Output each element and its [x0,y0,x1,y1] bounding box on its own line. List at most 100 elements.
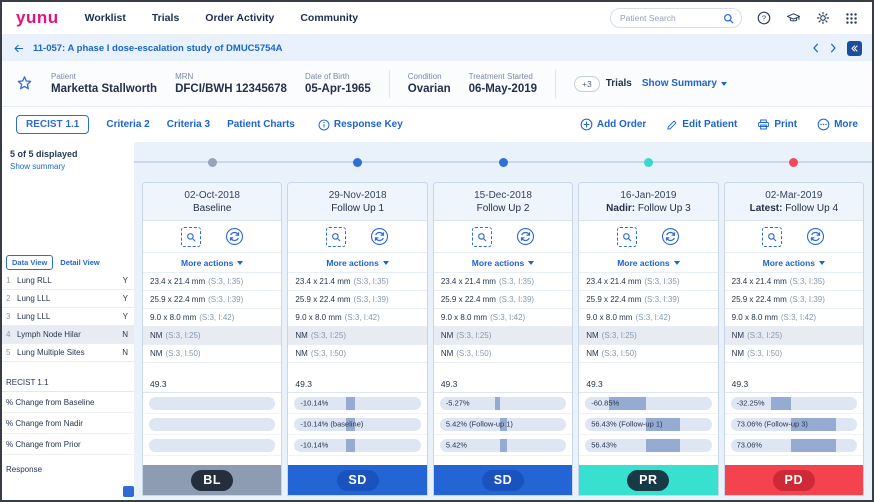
education-icon[interactable] [786,11,801,25]
nav-item-order-activity[interactable]: Order Activity [205,12,274,24]
recist-sum-label: RECIST 1.1 [2,374,134,392]
scroll-left-button[interactable] [123,486,134,497]
more-actions-button[interactable]: More actions [143,253,282,273]
search-input[interactable] [620,13,723,23]
chevron-left-icon[interactable] [811,42,820,54]
timeline-dot-latest[interactable] [789,157,799,167]
main-nav: Worklist Trials Order Activity Community [85,12,358,24]
lesion-number: 1 [6,276,11,285]
measurement-value: 23.4 x 21.4 mm [731,277,787,286]
timeline-dot-nadir[interactable] [643,157,653,167]
sync-icon[interactable] [661,227,680,246]
tab-criteria-3[interactable]: Criteria 3 [167,119,210,130]
sync-icon[interactable] [806,227,825,246]
lesion-row-1[interactable]: 1 Lung RLL Y [2,272,134,290]
lesion-row-4[interactable]: 4 Lymph Node Hilar N [2,326,134,344]
show-summary-button[interactable]: Show Summary [642,78,727,89]
timeline-dot-baseline[interactable] [207,157,217,167]
sync-icon[interactable] [516,227,535,246]
tab-criteria-2[interactable]: Criteria 2 [106,119,149,130]
response-key-button[interactable]: Response Key [318,119,403,131]
measurement-row: NM (S:3, I:25) [579,327,718,345]
measurement-location: (S:3, I:35) [789,277,825,286]
more-button[interactable]: More [817,118,858,131]
measurement-value: 9.0 x 8.0 mm [295,313,342,322]
measurement-location: (S:3, I:35) [208,277,244,286]
measurement-value: 25.9 x 22.4 mm [586,295,642,304]
tab-patient-charts[interactable]: Patient Charts [227,119,295,130]
measurement-value: 9.0 x 8.0 mm [440,313,488,322]
treatment-field: Treatment Started 06-May-2019 [469,72,537,95]
caret-down-icon [237,260,244,265]
pct-change-row: -10.14% (baseline) [288,414,427,435]
more-actions-button[interactable]: More actions [433,253,573,273]
measurement-location: (S:3, I:42) [780,313,816,322]
recist-sum-value: 49.3 [288,375,427,393]
image-viewer-icon[interactable] [616,226,637,247]
add-order-button[interactable]: Add Order [580,118,646,131]
measurement-location: (S:3, I:39) [353,295,389,304]
nav-item-trials[interactable]: Trials [152,12,179,24]
help-icon[interactable]: ? [757,11,771,25]
measurement-row: 25.9 x 22.4 mm (S:3, I:39) [724,291,864,309]
edit-patient-button[interactable]: Edit Patient [666,119,737,131]
lesion-row-3[interactable]: 3 Lung LLL Y [2,308,134,326]
measurement-row: 9.0 x 8.0 mm (S:3, I:42) [288,309,427,327]
measurement-value: NM [295,331,308,340]
pct-change-value: -5.27% [445,398,470,408]
yunu-logo[interactable]: yunu [16,8,59,28]
patient-label: Patient [51,72,76,81]
image-viewer-icon[interactable] [471,226,492,247]
detail-view-button[interactable]: Detail View [57,256,102,269]
more-actions-button[interactable]: More actions [579,253,718,273]
favorite-star-icon[interactable] [16,75,33,92]
nav-item-worklist[interactable]: Worklist [85,12,126,24]
search-icon[interactable] [723,13,734,24]
apps-grid-icon[interactable] [845,12,858,25]
nav-item-community[interactable]: Community [300,12,358,24]
sync-icon[interactable] [225,227,244,246]
measurement-row: 9.0 x 8.0 mm (S:3, I:42) [724,309,864,327]
settings-gear-icon[interactable] [816,11,830,25]
print-button[interactable]: Print [757,118,797,131]
back-arrow-icon[interactable] [12,43,25,54]
measurement-row: 9.0 x 8.0 mm (S:3, I:42) [579,309,718,327]
timepoint-card-baseline: 02-Oct-2018 Baseline More actions 23.4 x… [142,182,283,496]
lesion-row-2[interactable]: 2 Lung LLL Y [2,290,134,308]
image-viewer-icon[interactable] [762,226,783,247]
measurement-row: 23.4 x 21.4 mm (S:3, I:35) [143,273,282,291]
sync-icon[interactable] [370,227,389,246]
caret-down-icon [819,260,826,265]
top-navbar: yunu Worklist Trials Order Activity Comm… [2,2,872,35]
dob-label: Date of Birth [304,72,350,81]
patient-search[interactable] [610,8,742,28]
timeline-dot-followup-1[interactable] [353,157,363,167]
trials-count-badge[interactable]: +3 [574,75,600,92]
lesion-row-5[interactable]: 5 Lung Multiple Sites N [2,344,134,362]
lesion-label: Lymph Node Hilar [17,330,81,339]
image-viewer-icon[interactable] [180,226,201,247]
measurement-value: 23.4 x 21.4 mm [150,277,206,286]
chevron-right-icon[interactable] [829,42,838,54]
show-summary-link[interactable]: Show summary [10,162,126,171]
image-viewer-icon[interactable] [326,226,347,247]
measurement-row: NM (S:3, I:25) [288,327,427,345]
collapse-panel-icon[interactable] [847,40,862,56]
timeline [134,142,872,182]
lesion-flag: Y [122,276,128,285]
timeline-dot-followup-2[interactable] [498,157,508,167]
card-gap [288,363,426,375]
pct-change-value: -60.85% [591,398,620,408]
pct-change-bar: 5.42% (Follow-up 1) [439,417,567,431]
data-view-button[interactable]: Data View [6,254,54,270]
condition-value: Ovarian [407,83,451,95]
dob-value: 05-Apr-1965 [304,83,371,95]
timepoint-header: 02-Mar-2019 Latest: Follow Up 4 [724,183,864,221]
more-actions-button[interactable]: More actions [288,253,427,273]
more-actions-button[interactable]: More actions [724,253,864,273]
measurement-value: NM [440,349,454,358]
timepoint-title-text: Follow Up 3 [637,202,691,214]
pct-change-value: 73.06% (Follow-up 3) [736,419,808,429]
measurement-location: (S:3, I:39) [789,295,825,304]
tab-recist[interactable]: RECIST 1.1 [16,115,90,134]
